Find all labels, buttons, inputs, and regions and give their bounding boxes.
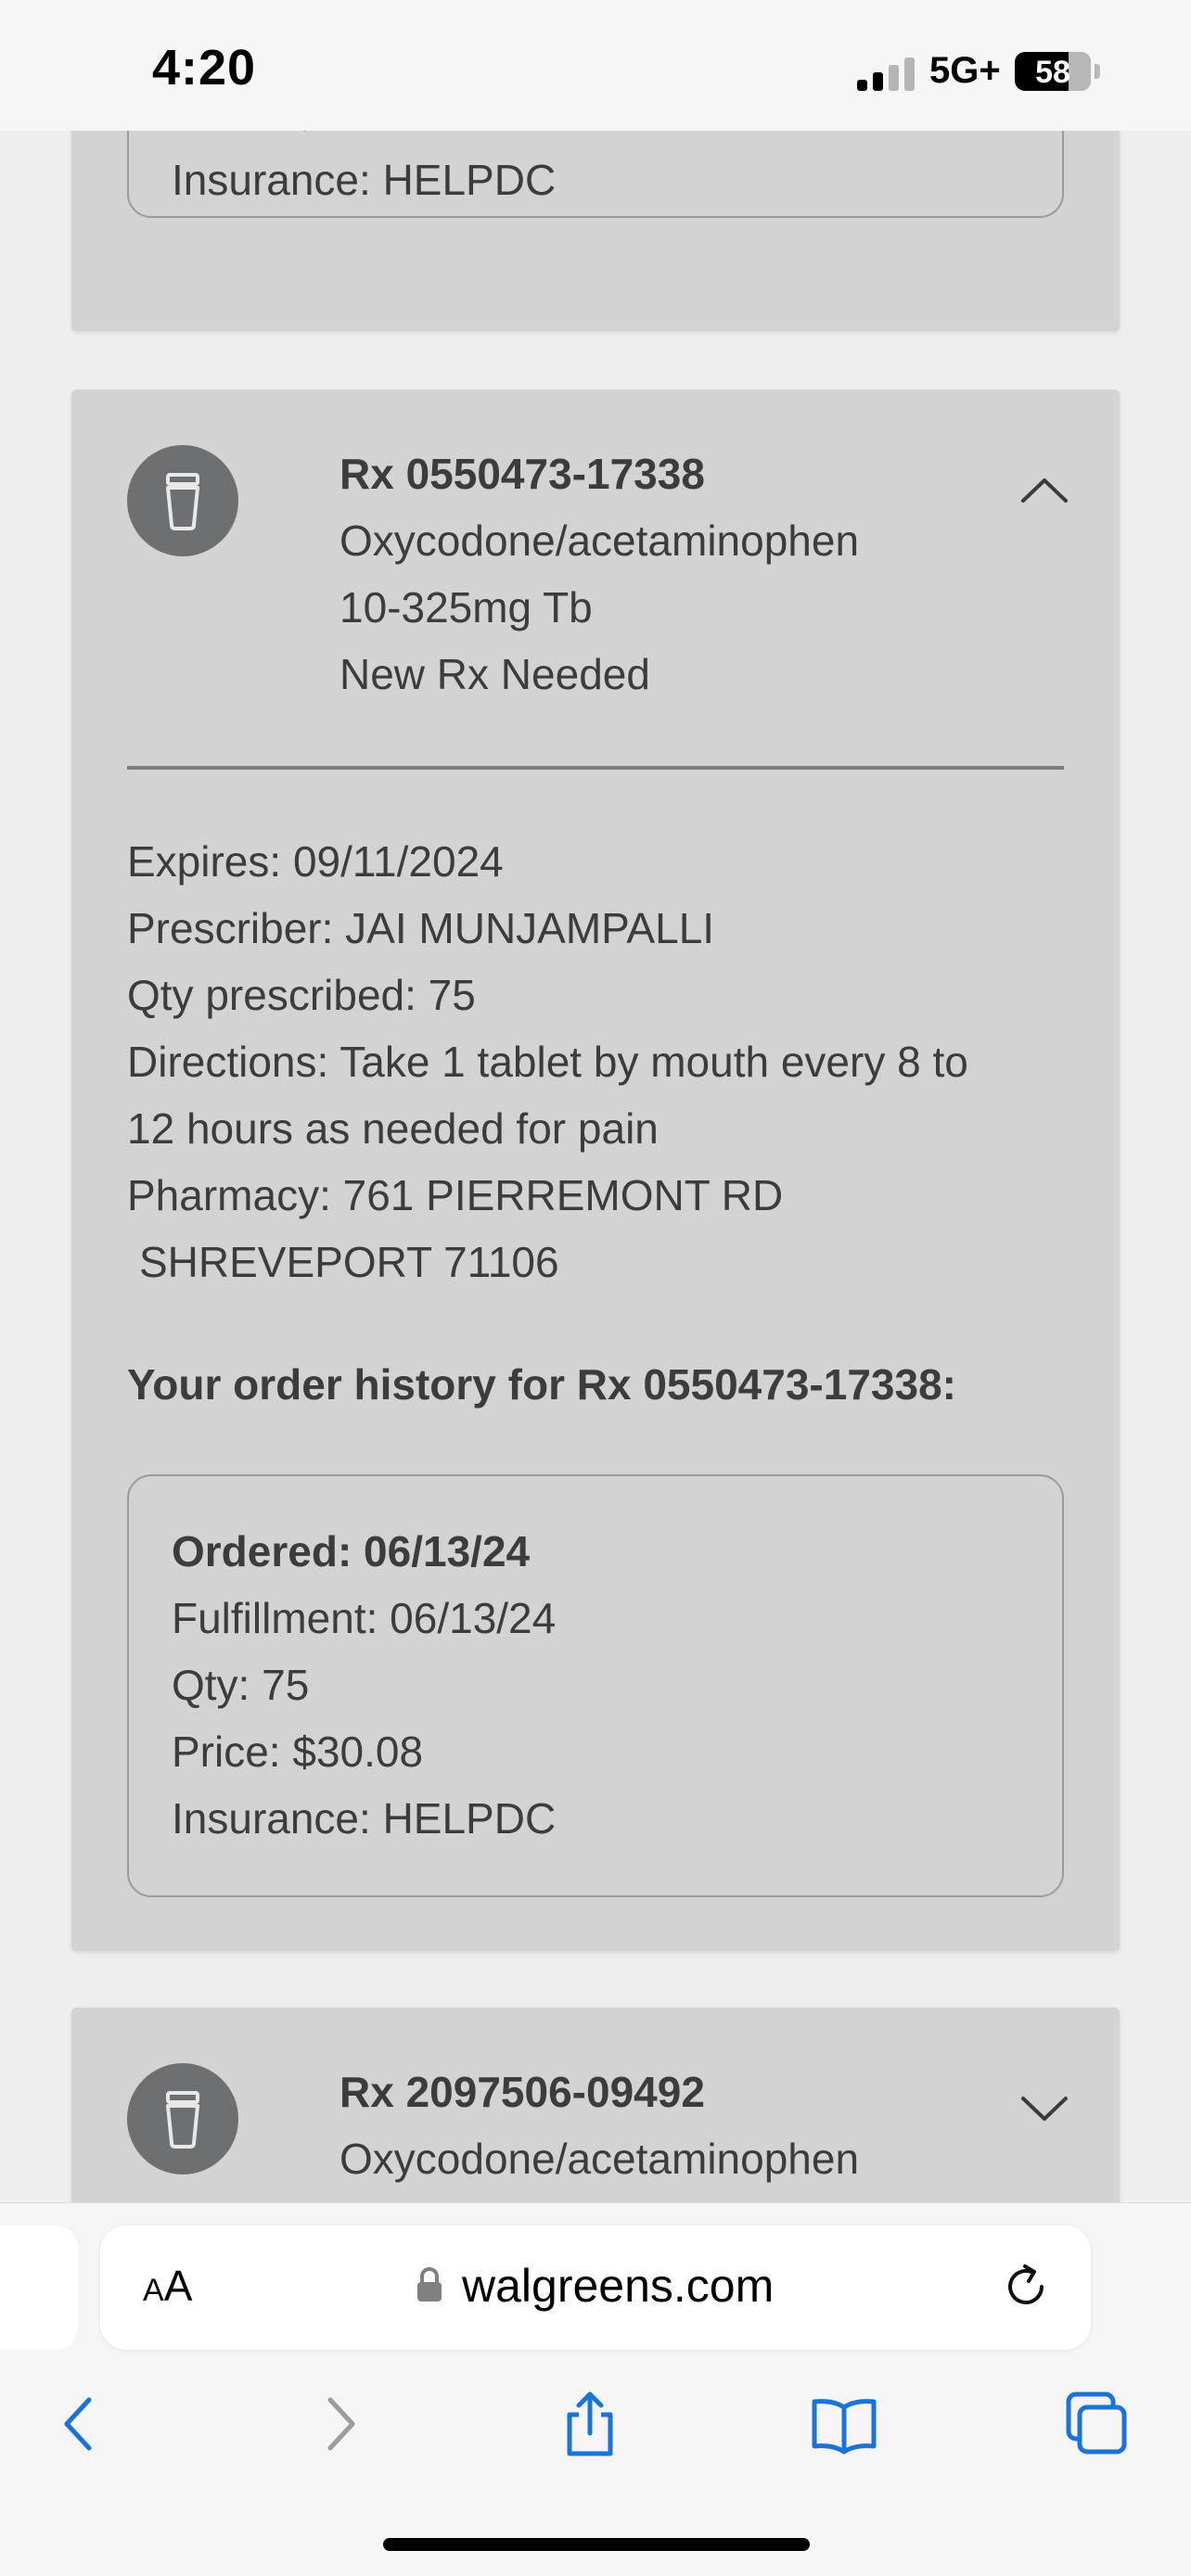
history-fulfillment: Fulfillment: 06/13/24 [172, 1594, 557, 1642]
history-price: Price: $17.78 [172, 131, 423, 138]
history-insurance: Insurance: HELPDC [172, 1794, 557, 1843]
network-type: 5G+ [929, 50, 1001, 91]
reload-icon[interactable] [1000, 2261, 1052, 2313]
signal-strength-icon [857, 57, 918, 91]
expires-date: Expires: 09/11/2024 [127, 837, 504, 886]
prescription-card-previous: Price: $17.78 Insurance: HELPDC [71, 131, 1120, 331]
history-qty: Qty: 75 [172, 1661, 310, 1709]
order-history-box: Ordered: 06/13/24 Fulfillment: 06/13/24 … [127, 1474, 1064, 1897]
browser-toolbar: AA walgreens.com [0, 2202, 1191, 2576]
rx-number: Rx 0550473-17338 [339, 450, 705, 498]
status-bar: 4:20 5G+ 58 [0, 0, 1191, 131]
order-history-box: Price: $17.78 Insurance: HELPDC [127, 131, 1064, 218]
text-size-button[interactable]: AA [143, 2261, 192, 2311]
battery-level: 58 [1035, 55, 1070, 90]
pharmacy-line1: Pharmacy: 761 PIERREMONT RD [127, 1171, 784, 1219]
prescription-card[interactable]: Rx 2097506-09492 Oxycodone/acetaminophen [71, 2008, 1120, 2202]
expand-chevron-down-icon[interactable] [1014, 2087, 1075, 2128]
back-button[interactable] [43, 2387, 117, 2461]
pharmacy-line2: SHREVEPORT 71106 [139, 1238, 559, 1286]
battery-icon: 58 [1015, 52, 1091, 91]
share-button[interactable] [553, 2387, 627, 2461]
prescriber: Prescriber: JAI MUNJAMPALLI [127, 904, 715, 952]
pill-bottle-icon [127, 2063, 238, 2174]
forward-button[interactable] [302, 2387, 377, 2461]
order-history-heading: Your order history for Rx 0550473-17338: [127, 1360, 956, 1409]
qty-prescribed: Qty prescribed: 75 [127, 971, 476, 1019]
directions-line2: 12 hours as needed for pain [127, 1104, 659, 1153]
drug-strength: 10-325mg Tb [339, 583, 593, 631]
rx-number: Rx 2097506-09492 [339, 2068, 705, 2116]
tabs-button[interactable] [1059, 2387, 1133, 2461]
history-insurance: Insurance: HELPDC [172, 156, 557, 204]
battery-tip [1095, 64, 1100, 79]
bookmarks-button[interactable] [807, 2387, 881, 2461]
prescription-list[interactable]: Price: $17.78 Insurance: HELPDC Rx 05504… [0, 131, 1191, 2202]
drug-name: Oxycodone/acetaminophen [339, 516, 860, 565]
history-price: Price: $30.08 [172, 1728, 424, 1776]
drug-name: Oxycodone/acetaminophen [339, 2135, 860, 2183]
url-domain: walgreens.com [462, 2260, 775, 2312]
lock-icon [416, 2266, 443, 2303]
history-ordered: Ordered: 06/13/24 [172, 1527, 531, 1575]
status-time: 4:20 [152, 40, 257, 96]
collapse-chevron-up-icon[interactable] [1014, 469, 1075, 510]
home-indicator[interactable] [383, 2538, 810, 2551]
directions-line1: Directions: Take 1 tablet by mouth every… [127, 1038, 968, 1086]
rx-status: New Rx Needed [339, 650, 650, 698]
prescription-card: Rx 0550473-17338 Oxycodone/acetaminophen… [71, 389, 1120, 1951]
pill-bottle-icon [127, 445, 238, 556]
previous-tab-peek[interactable] [0, 2225, 78, 2350]
address-bar[interactable]: AA walgreens.com [100, 2225, 1091, 2350]
card-divider [127, 766, 1064, 770]
